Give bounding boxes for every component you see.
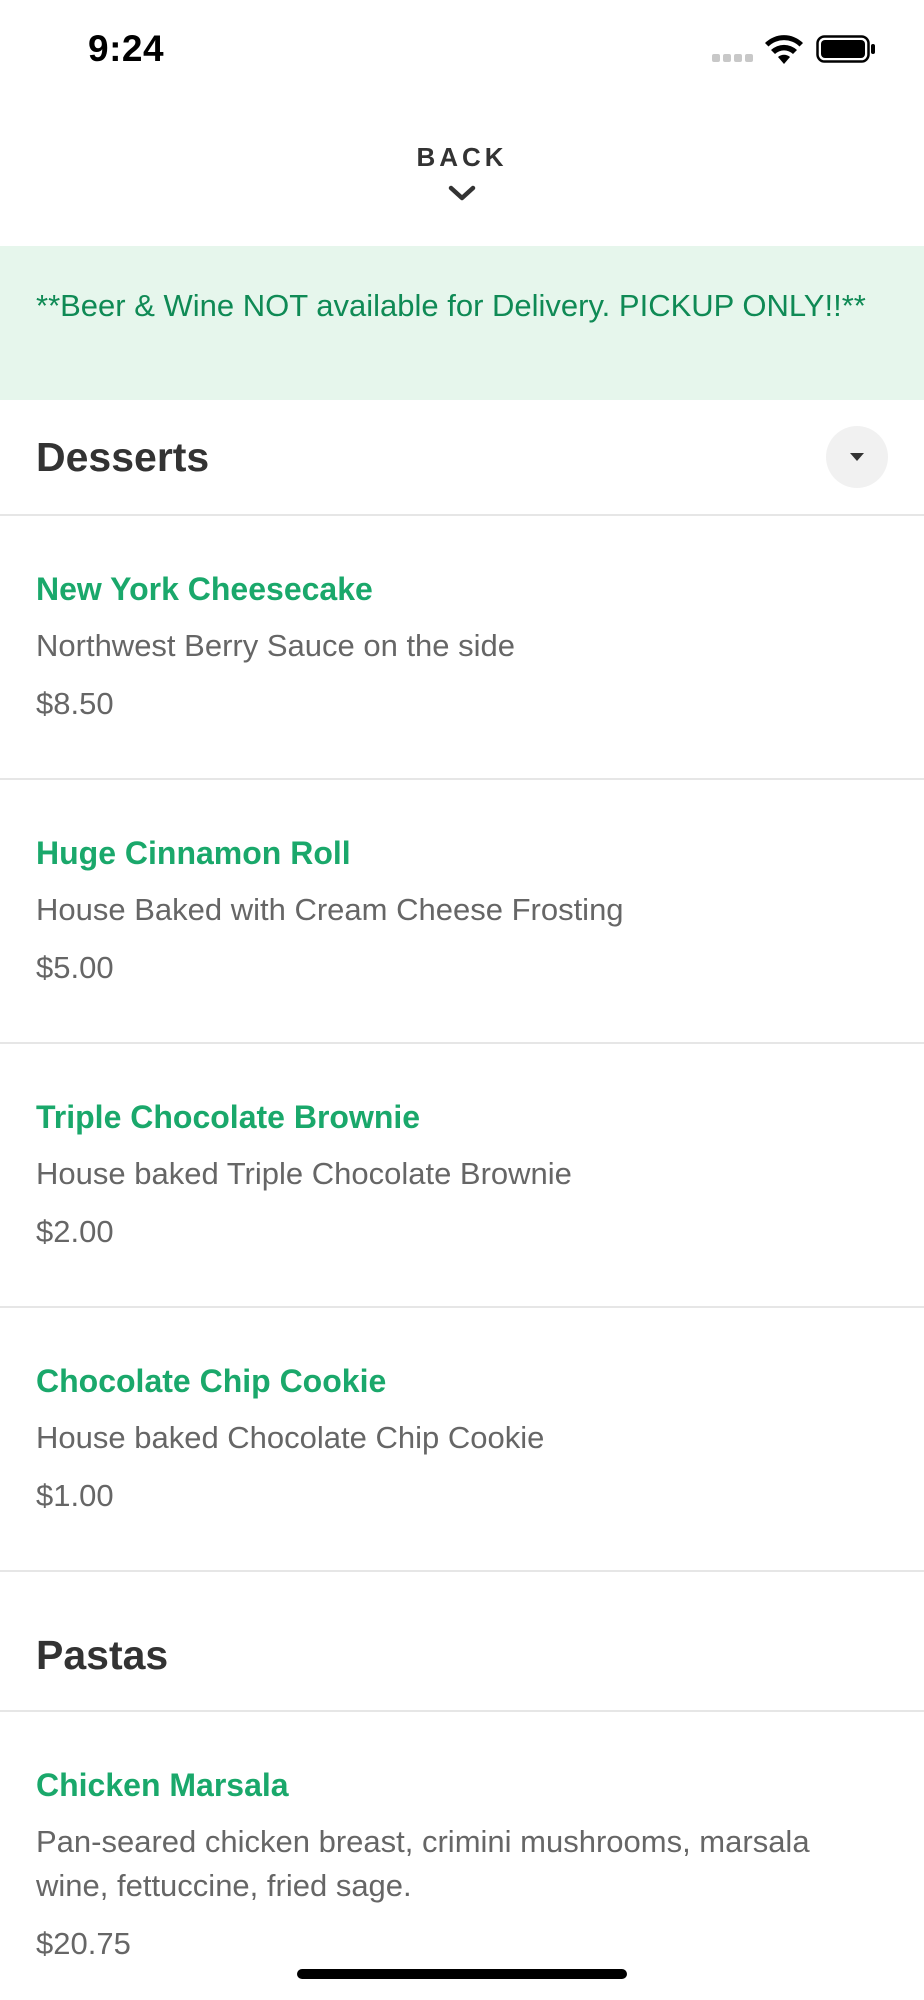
back-button[interactable]: BACK (362, 130, 562, 220)
section-title: Pastas (36, 1632, 169, 1678)
menu-item[interactable]: Chocolate Chip Cookie House baked Chocol… (0, 1308, 924, 1572)
section-title: Desserts (36, 434, 210, 480)
item-name: Huge Cinnamon Roll (36, 835, 351, 871)
item-price: $2.00 (36, 1214, 114, 1249)
battery-icon (816, 35, 875, 63)
item-price: $20.75 (36, 1926, 131, 1961)
item-description: House baked Triple Chocolate Brownie (36, 1156, 572, 1191)
home-indicator[interactable] (297, 1969, 627, 1979)
item-description: House baked Chocolate Chip Cookie (36, 1420, 545, 1455)
item-price: $1.00 (36, 1478, 114, 1513)
cellular-signal-icon (712, 54, 754, 62)
wifi-icon (765, 35, 803, 64)
caret-down-icon (850, 453, 864, 461)
item-name: Triple Chocolate Brownie (36, 1099, 421, 1135)
back-label: BACK (416, 142, 508, 172)
status-bar: 9:24 (0, 0, 924, 100)
delivery-notice-text: **Beer & Wine NOT available for Delivery… (36, 288, 866, 323)
menu-item[interactable]: New York Cheesecake Northwest Berry Sauc… (0, 516, 924, 780)
delivery-notice-banner: **Beer & Wine NOT available for Delivery… (0, 246, 924, 400)
section-header-desserts: Desserts (0, 400, 924, 516)
item-price: $5.00 (36, 950, 114, 985)
menu-item[interactable]: Huge Cinnamon Roll House Baked with Crea… (0, 780, 924, 1044)
item-name: Chocolate Chip Cookie (36, 1363, 387, 1399)
section-header-pastas: Pastas (0, 1572, 924, 1712)
menu-screen: 9:24 BACK **Beer & Wine NOT available fo… (0, 0, 924, 2000)
item-name: Chicken Marsala (36, 1767, 289, 1803)
menu-item[interactable]: Triple Chocolate Brownie House baked Tri… (0, 1044, 924, 1308)
menu-item[interactable]: Chicken Marsala Pan-seared chicken breas… (0, 1712, 924, 2000)
chevron-down-icon (448, 185, 476, 201)
item-name: New York Cheesecake (36, 571, 373, 607)
item-description: Pan-seared chicken breast, crimini mushr… (36, 1824, 810, 1903)
item-description: Northwest Berry Sauce on the side (36, 628, 516, 663)
status-time: 9:24 (88, 28, 165, 69)
item-description: House Baked with Cream Cheese Frosting (36, 892, 624, 927)
item-price: $8.50 (36, 686, 114, 721)
collapse-section-button[interactable] (826, 426, 888, 488)
